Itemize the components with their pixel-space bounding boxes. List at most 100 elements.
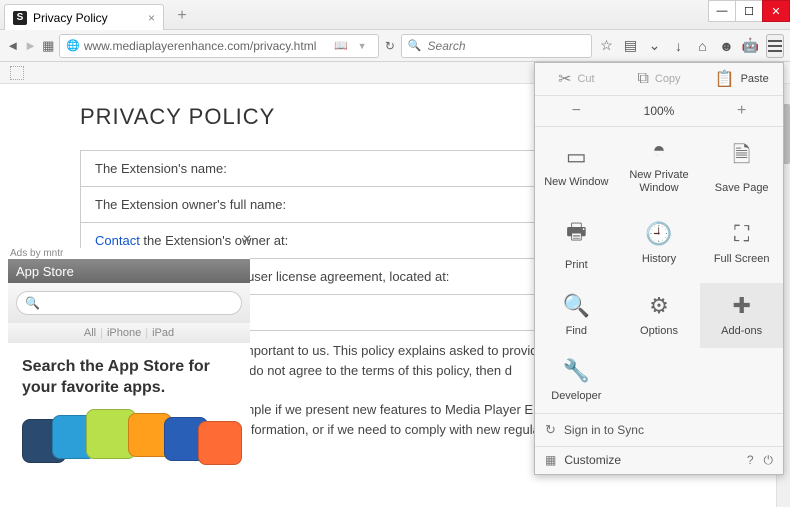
menu-addons[interactable]: ✚Add-ons	[700, 283, 783, 348]
ad-tab-iphone[interactable]: iPhone	[107, 327, 141, 339]
help-icon[interactable]: ?	[747, 453, 754, 468]
scissors-icon: ✂	[558, 69, 571, 89]
menu-grid: ▭ New Window ◓ New Private Window 🗎 Save Pa…	[535, 127, 783, 413]
favicon: S	[13, 11, 27, 25]
menu-paste-label: Paste	[741, 73, 769, 85]
menu-zoom-row: − 100% +	[535, 96, 783, 127]
ad-body: Search the App Store for your favorite a…	[8, 343, 250, 407]
menu-full-screen[interactable]: ⛶ Full Screen	[700, 205, 783, 282]
ad-search-area: 🔍	[8, 283, 250, 323]
back-button[interactable]: ◄	[6, 36, 20, 56]
clock-icon: 🕘	[645, 221, 672, 247]
toolbar-icons: ☆ ▤ ⌄ ↓ ⌂ ☻ 🤖	[596, 35, 762, 57]
app-icon[interactable]	[198, 421, 242, 465]
pocket-icon[interactable]: ⌄	[644, 35, 666, 57]
menu-label: Options	[640, 325, 678, 338]
browser-tab[interactable]: S Privacy Policy ×	[4, 4, 164, 30]
globe-icon: 🌐	[66, 39, 80, 52]
url-text: www.mediaplayerenhance.com/privacy.html	[84, 39, 331, 53]
menu-options[interactable]: ⚙Options	[618, 283, 701, 348]
contact-link[interactable]: Contact	[95, 233, 140, 248]
new-tab-button[interactable]: +	[170, 6, 194, 26]
downloads-icon[interactable]: ↓	[668, 35, 690, 57]
menu-customize[interactable]: ▦ Customize	[545, 453, 747, 467]
ad-tab-all[interactable]: All	[84, 327, 96, 339]
navigation-bar: ◄ ► ▦ 🌐 www.mediaplayerenhance.com/priva…	[0, 30, 790, 62]
power-icon[interactable]: ⏻	[764, 453, 774, 468]
policy-row-text: the Extension's owner at:	[140, 233, 288, 248]
reload-button[interactable]: ↻	[383, 39, 397, 53]
menu-signin[interactable]: ↻ Sign in to Sync	[535, 413, 783, 446]
menu-bottom-bar: ▦ Customize ? ⏻	[535, 446, 783, 474]
menu-label: Find	[566, 325, 587, 338]
page-icon: 🗎	[733, 138, 751, 176]
menu-label: Print	[565, 259, 588, 272]
menu-find[interactable]: 🔍 Find	[535, 283, 618, 348]
ad-close-icon[interactable]: ✕	[242, 232, 252, 246]
menu-customize-label: Customize	[564, 453, 621, 467]
zoom-level[interactable]: 100%	[618, 96, 701, 126]
plus-box-icon: ▦	[545, 453, 556, 467]
minus-icon: −	[572, 102, 581, 120]
menu-cut-label: Cut	[577, 73, 594, 85]
ad-headline: Search the App Store for your favorite a…	[22, 357, 236, 399]
bookmark-placeholder-icon[interactable]	[10, 66, 24, 80]
hamburger-menu-panel: ✂ Cut ⧉Copy 📋 Paste − 100% + ▭ New Window ◓…	[534, 62, 784, 475]
ad-app-icons	[8, 407, 250, 471]
zoom-out-button[interactable]: −	[535, 96, 618, 126]
menu-label: Full Screen	[714, 253, 770, 266]
menu-empty	[618, 348, 701, 413]
search-icon: 🔍	[25, 296, 40, 310]
ad-search-input[interactable]: 🔍	[16, 291, 242, 315]
menu-new-window[interactable]: ▭ New Window	[535, 127, 618, 205]
ad-tab-ipad[interactable]: iPad	[152, 327, 174, 339]
bookmark-star-icon[interactable]: ☆	[596, 35, 618, 57]
menu-label: Save Page	[715, 182, 769, 195]
tab-title: Privacy Policy	[33, 11, 108, 25]
menu-cut[interactable]: ✂ Cut	[535, 63, 618, 95]
clipboard-icon: 📋	[715, 69, 735, 89]
window-maximize-button[interactable]: ☐	[735, 0, 763, 22]
menu-save-page[interactable]: 🗎 Save Page	[700, 127, 783, 205]
home-icon[interactable]: ⌂	[692, 35, 714, 57]
window-close-button[interactable]: ✕	[762, 0, 790, 22]
forward-button[interactable]: ►	[24, 36, 38, 56]
window-controls: — ☐ ✕	[708, 0, 790, 22]
robot-icon[interactable]: 🤖	[740, 35, 762, 57]
search-icon: 🔍	[563, 293, 590, 319]
zoom-in-button[interactable]: +	[700, 96, 783, 126]
menu-print[interactable]: 🖶Print	[535, 205, 618, 282]
menu-developer[interactable]: 🔧 Developer	[535, 348, 618, 413]
hamburger-menu-button[interactable]	[766, 34, 784, 58]
mask-icon: ◓	[652, 137, 665, 163]
window-titlebar: S Privacy Policy × + — ☐ ✕	[0, 0, 790, 30]
plus-icon: +	[737, 102, 746, 120]
tab-groups-icon[interactable]: ▦	[41, 36, 55, 56]
search-input[interactable]	[428, 39, 585, 53]
tab-close-icon[interactable]: ×	[148, 11, 155, 25]
search-bar[interactable]: 🔍	[401, 34, 592, 58]
menu-label: History	[642, 253, 676, 266]
search-icon: 🔍	[408, 39, 422, 52]
menu-label: Add-ons	[721, 325, 762, 338]
bookmarks-list-icon[interactable]: ▤	[620, 35, 642, 57]
address-bar[interactable]: 🌐 www.mediaplayerenhance.com/privacy.htm…	[59, 34, 379, 58]
fullscreen-icon: ⛶	[734, 221, 749, 247]
menu-history[interactable]: 🕘 History	[618, 205, 701, 282]
window-icon: ▭	[566, 144, 587, 170]
menu-copy-label: Copy	[655, 73, 681, 85]
menu-label: New Window	[544, 176, 608, 189]
menu-empty	[700, 348, 783, 413]
menu-paste[interactable]: 📋 Paste	[700, 63, 783, 95]
dropdown-icon[interactable]: ▼	[352, 36, 372, 56]
wrench-icon: 🔧	[563, 358, 590, 384]
menu-copy[interactable]: ⧉Copy	[618, 63, 701, 95]
menu-label: New Private Window	[622, 169, 697, 195]
reader-mode-icon[interactable]: 📖	[334, 39, 348, 52]
menu-label: Developer	[551, 390, 601, 403]
menu-new-private-window[interactable]: ◓ New Private Window	[618, 127, 701, 205]
ad-attribution: Ads by mntr	[8, 248, 250, 259]
sync-icon: ↻	[545, 422, 556, 438]
window-minimize-button[interactable]: —	[708, 0, 736, 22]
face-icon[interactable]: ☻	[716, 35, 738, 57]
